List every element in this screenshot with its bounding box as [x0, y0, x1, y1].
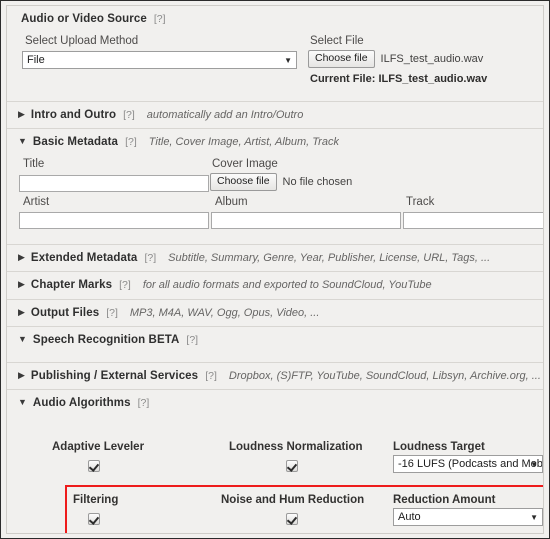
section-hint: Dropbox, (S)FTP, YouTube, SoundCloud, Li… — [228, 370, 541, 382]
filtering-checkbox[interactable] — [88, 513, 100, 526]
section-title: Speech Recognition BETA — [32, 334, 180, 346]
form-panel: Audio or Video Source [?] Select Upload … — [6, 5, 544, 534]
help-icon[interactable]: [?] — [205, 370, 217, 382]
adaptive-leveler-checkbox-wrap — [88, 458, 100, 476]
section-header-intro-and-outro[interactable]: ▶ Intro and Outro [?] automatically add … — [7, 102, 543, 129]
track-label: Track — [406, 195, 435, 208]
section-header-output-files[interactable]: ▶ Output Files [?] MP3, M4A, WAV, Ogg, O… — [7, 300, 543, 327]
section-header-chapter-marks[interactable]: ▶ Chapter Marks [?] for all audio format… — [7, 272, 543, 299]
auphonic-production-form: Audio or Video Source [?] Select Upload … — [0, 0, 550, 539]
section-header-extended-metadata[interactable]: ▶ Extended Metadata [?] Subtitle, Summar… — [7, 245, 543, 272]
loudness-target-value: -16 LUFS (Podcasts and Mobile) — [398, 457, 543, 470]
section-title: Extended Metadata — [30, 251, 138, 264]
section-title: Basic Metadata — [32, 136, 119, 148]
section-hint: MP3, M4A, WAV, Ogg, Opus, Video, ... — [129, 307, 320, 319]
loudness-normalization-checkbox-wrap — [286, 458, 298, 476]
track-input[interactable] — [403, 211, 543, 229]
loudness-normalization-label: Loudness Normalization — [229, 440, 363, 453]
section-hint: for all audio formats and exported to So… — [142, 280, 432, 291]
chevron-right-icon: ▶ — [18, 369, 25, 380]
help-icon[interactable]: [?] — [186, 335, 198, 346]
section-header-basic-metadata[interactable]: ▼ Basic Metadata [?] Title, Cover Image,… — [7, 129, 543, 156]
section-hint: automatically add an Intro/Outro — [146, 109, 304, 121]
chevron-down-icon: ▼ — [530, 459, 538, 469]
help-icon[interactable]: [?] — [106, 307, 118, 319]
choose-file-button[interactable]: Choose file — [308, 49, 375, 68]
section-body-basic-metadata: Title Cover Image Choose file No file cho… — [7, 156, 543, 244]
section-basic-metadata: ▼ Basic Metadata [?] Title, Cover Image,… — [7, 129, 543, 245]
chevron-down-icon: ▼ — [18, 334, 27, 344]
chevron-right-icon: ▶ — [18, 279, 25, 289]
section-intro-and-outro: ▶ Intro and Outro [?] automatically add … — [7, 101, 543, 129]
section-title: Publishing / External Services — [30, 369, 199, 382]
section-output-files: ▶ Output Files [?] MP3, M4A, WAV, Ogg, O… — [7, 299, 543, 327]
section-title: Output Files — [30, 306, 100, 319]
reduction-amount-select[interactable]: Auto ▼ — [393, 507, 543, 526]
cover-file-status: No file chosen — [282, 175, 353, 188]
help-icon[interactable]: [?] — [154, 14, 166, 25]
loudness-normalization-checkbox[interactable] — [286, 460, 298, 473]
section-chapter-marks: ▶ Chapter Marks [?] for all audio format… — [7, 272, 543, 300]
adaptive-leveler-checkbox[interactable] — [88, 460, 100, 473]
chevron-down-icon: ▼ — [18, 136, 27, 146]
album-label: Album — [215, 195, 248, 208]
chevron-down-icon: ▼ — [530, 512, 538, 522]
artist-label: Artist — [23, 195, 50, 208]
artist-input[interactable] — [19, 211, 209, 229]
section-hint: Subtitle, Summary, Genre, Year, Publishe… — [168, 252, 491, 264]
help-icon[interactable]: [?] — [144, 252, 156, 264]
reduction-amount-value: Auto — [398, 510, 421, 523]
section-extended-metadata: ▶ Extended Metadata [?] Subtitle, Summar… — [7, 244, 543, 272]
help-icon[interactable]: [?] — [138, 398, 150, 409]
loudness-target-select[interactable]: -16 LUFS (Podcasts and Mobile) ▼ — [393, 454, 543, 473]
loudness-target-label: Loudness Target — [393, 440, 485, 453]
section-header-audio-algorithms[interactable]: ▼ Audio Algorithms [?] — [7, 390, 543, 417]
help-icon[interactable]: [?] — [125, 137, 137, 148]
help-icon[interactable]: [?] — [123, 109, 135, 121]
section-audio-algorithms: ▼ Audio Algorithms [?] Adaptive Leveler … — [7, 390, 543, 533]
filtering-checkbox-wrap — [88, 511, 100, 529]
section-hint: Title, Cover Image, Artist, Album, Track — [148, 137, 339, 148]
title-input[interactable] — [19, 174, 209, 192]
reduction-amount-label: Reduction Amount — [393, 493, 496, 506]
help-icon[interactable]: [?] — [119, 280, 131, 291]
noise-and-hum-reduction-checkbox[interactable] — [286, 513, 298, 526]
chevron-right-icon: ▶ — [18, 108, 25, 119]
chevron-down-icon: ▼ — [284, 55, 292, 65]
source-file-row: Choose file ILFS_test_audio.wav — [308, 49, 484, 68]
section-title: Audio or Video Source — [21, 13, 147, 25]
cover-choose-file-button[interactable]: Choose file — [210, 172, 277, 191]
section-title: Audio Algorithms — [32, 397, 131, 409]
section-audio-or-video-source: Audio or Video Source [?] Select Upload … — [7, 6, 543, 102]
section-title: Chapter Marks — [30, 279, 113, 291]
cover-image-label: Cover Image — [212, 157, 278, 170]
section-speech-recognition: ▼ Speech Recognition BETA [?] — [7, 327, 543, 363]
section-header-publishing-external-services[interactable]: ▶ Publishing / External Services [?] Dro… — [7, 363, 543, 390]
cover-image-row: Choose file No file chosen — [210, 172, 353, 191]
filtering-label: Filtering — [73, 493, 119, 506]
section-body-audio-algorithms: Adaptive Leveler Loudness Normalization … — [7, 417, 543, 533]
title-label: Title — [23, 157, 45, 170]
select-file-label: Select File — [310, 34, 364, 47]
section-title: Intro and Outro — [30, 108, 117, 121]
upload-method-select[interactable]: File ▼ — [22, 50, 297, 69]
album-input[interactable] — [211, 211, 401, 229]
noise-and-hum-reduction-label: Noise and Hum Reduction — [221, 493, 365, 506]
chevron-down-icon: ▼ — [18, 397, 27, 407]
chevron-right-icon: ▶ — [18, 251, 25, 262]
section-publishing-external-services: ▶ Publishing / External Services [?] Dro… — [7, 362, 543, 390]
section-body-audio-or-video-source: Select Upload Method File ▼ Select File … — [7, 33, 543, 101]
current-file-text: Current File: ILFS_test_audio.wav — [310, 72, 488, 85]
section-header-audio-or-video-source[interactable]: Audio or Video Source [?] — [7, 6, 543, 33]
chosen-file-name: ILFS_test_audio.wav — [380, 52, 484, 65]
chevron-right-icon: ▶ — [18, 306, 25, 317]
section-header-speech-recognition[interactable]: ▼ Speech Recognition BETA [?] — [7, 327, 543, 354]
adaptive-leveler-label: Adaptive Leveler — [52, 440, 145, 453]
select-upload-method-label: Select Upload Method — [25, 34, 139, 47]
upload-method-value: File — [27, 53, 45, 66]
section-body-speech-recognition — [7, 354, 543, 362]
noise-and-hum-reduction-checkbox-wrap — [286, 511, 298, 529]
